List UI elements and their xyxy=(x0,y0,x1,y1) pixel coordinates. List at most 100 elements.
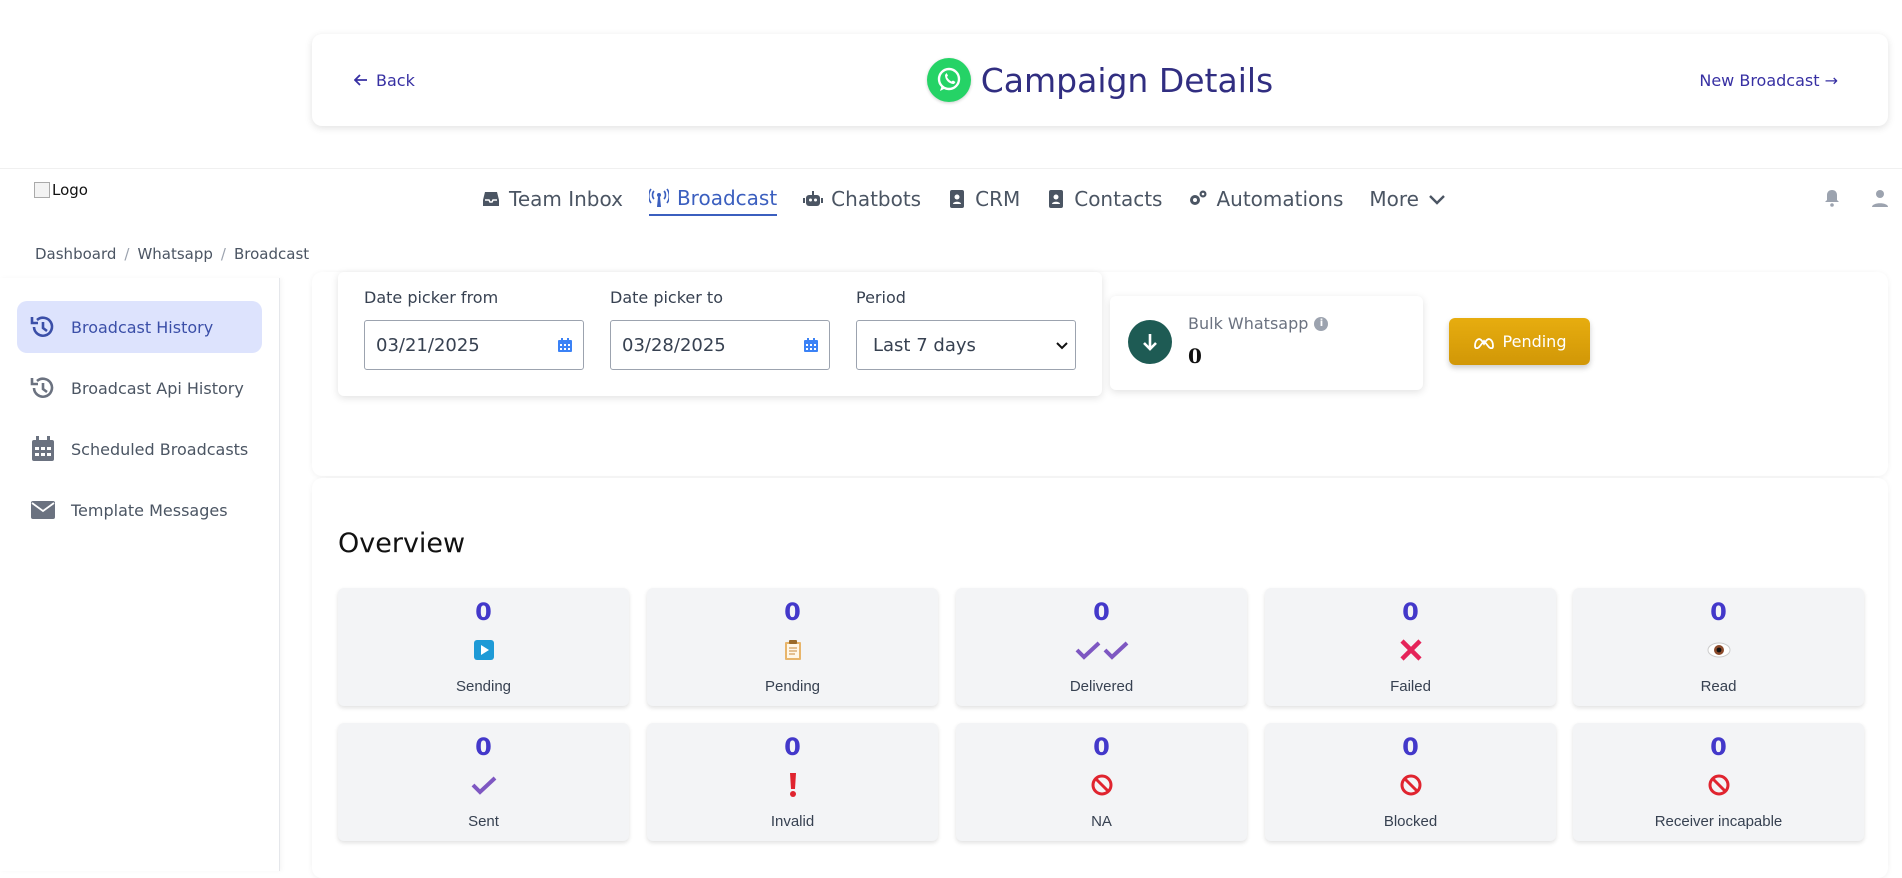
calendar-icon[interactable] xyxy=(557,337,573,353)
main-nav: Team Inbox Broadcast Chatbots CRM Contac… xyxy=(481,186,1447,216)
date-filter-card: Date picker from 03/21/2025 Date picker … xyxy=(338,272,1102,396)
pending-button[interactable]: Pending xyxy=(1449,318,1590,365)
bulk-count: 0 xyxy=(1188,344,1202,368)
pending-button-label: Pending xyxy=(1502,332,1567,351)
broadcast-tower-icon xyxy=(648,188,669,207)
top-navbar: Logo Team Inbox Broadcast Chatbots CRM C… xyxy=(0,168,1902,234)
date-from-input[interactable]: 03/21/2025 xyxy=(364,320,584,370)
page-title-group: Campaign Details xyxy=(312,34,1888,126)
calendar-icon xyxy=(32,436,54,461)
sidebar-item-label: Template Messages xyxy=(71,500,228,520)
breadcrumb-whatsapp[interactable]: Whatsapp xyxy=(137,245,212,263)
nav-label: More xyxy=(1369,187,1419,211)
stat-label: Failed xyxy=(1390,678,1431,695)
date-to-label: Date picker to xyxy=(610,288,723,307)
period-select[interactable]: Last 7 days xyxy=(856,320,1076,370)
stat-value: 0 xyxy=(475,733,492,761)
bell-icon[interactable] xyxy=(1824,189,1842,207)
stat-card-invalid: 0 Invalid xyxy=(647,723,938,841)
sidebar-item-broadcast-history[interactable]: Broadcast History xyxy=(17,301,262,353)
stat-card-na: 0 NA xyxy=(956,723,1247,841)
nav-contacts[interactable]: Contacts xyxy=(1046,187,1162,215)
stat-label: Invalid xyxy=(770,813,815,830)
sidebar-item-template-messages[interactable]: Template Messages xyxy=(17,484,262,536)
sidebar-item-label: Scheduled Broadcasts xyxy=(71,439,249,459)
clipboard-icon xyxy=(784,640,801,660)
stat-value: 0 xyxy=(784,598,801,626)
envelope-icon xyxy=(31,501,55,519)
stat-label: Sending xyxy=(455,678,512,695)
stat-value: 0 xyxy=(1710,733,1727,761)
calendar-icon[interactable] xyxy=(803,337,819,353)
stat-card-sending: 0 Sending xyxy=(338,588,629,706)
period-value: Last 7 days xyxy=(873,334,976,356)
stat-card-receiver-incapable: 0 Receiver incapable xyxy=(1573,723,1864,841)
sidebar-item-scheduled-broadcasts[interactable]: Scheduled Broadcasts xyxy=(17,423,262,475)
stat-label: Receiver incapable xyxy=(1654,813,1783,830)
check-icon xyxy=(471,776,496,795)
arrow-down-icon xyxy=(1128,320,1172,364)
nav-crm[interactable]: CRM xyxy=(947,187,1020,215)
page-title: Campaign Details xyxy=(980,60,1274,100)
stat-card-delivered: 0 Delivered xyxy=(956,588,1247,706)
sidebar-item-label: Broadcast Api History xyxy=(71,378,244,398)
stat-card-pending: 0 Pending xyxy=(647,588,938,706)
double-check-icon xyxy=(1075,641,1128,660)
back-link[interactable]: Back xyxy=(354,71,415,90)
overview-title: Overview xyxy=(338,528,466,559)
period-label: Period xyxy=(856,288,906,307)
contact-book-icon xyxy=(1049,190,1064,208)
stat-value: 0 xyxy=(1710,598,1727,626)
bulk-title: Bulk Whatsapp i xyxy=(1188,314,1329,333)
stat-card-blocked: 0 Blocked xyxy=(1265,723,1556,841)
cross-icon xyxy=(1399,639,1422,661)
breadcrumb-dashboard[interactable]: Dashboard xyxy=(35,245,116,263)
stat-value: 0 xyxy=(475,598,492,626)
stat-value: 0 xyxy=(784,733,801,761)
chevron-down-icon xyxy=(1429,195,1445,205)
date-from-label: Date picker from xyxy=(364,288,499,307)
sidebar: Broadcast History Broadcast Api History … xyxy=(0,278,280,871)
nav-team-inbox[interactable]: Team Inbox xyxy=(481,187,623,215)
date-to-value: 03/28/2025 xyxy=(622,334,726,356)
meta-icon xyxy=(1473,337,1494,349)
nav-label: Contacts xyxy=(1074,187,1163,211)
nav-automations[interactable]: Automations xyxy=(1188,187,1343,215)
stat-label: Sent xyxy=(468,813,499,830)
nav-label: Chatbots xyxy=(831,187,922,211)
stat-label: Blocked xyxy=(1383,813,1438,830)
nav-more[interactable]: More xyxy=(1369,187,1447,215)
date-from-value: 03/21/2025 xyxy=(376,334,480,356)
info-icon[interactable]: i xyxy=(1314,316,1329,331)
nav-broadcast[interactable]: Broadcast xyxy=(648,186,778,216)
nav-label: CRM xyxy=(975,187,1021,211)
gears-icon xyxy=(1190,190,1207,205)
bulk-whatsapp-card: Bulk Whatsapp i 0 xyxy=(1110,296,1423,390)
broken-image-icon xyxy=(34,182,50,198)
history-icon xyxy=(30,316,54,337)
sidebar-item-broadcast-api-history[interactable]: Broadcast Api History xyxy=(17,362,262,414)
stat-value: 0 xyxy=(1402,598,1419,626)
logo[interactable]: Logo xyxy=(34,181,88,199)
robot-icon xyxy=(803,191,824,206)
address-book-icon xyxy=(950,190,965,208)
breadcrumb-broadcast[interactable]: Broadcast xyxy=(234,245,309,263)
stat-card-sent: 0 Sent xyxy=(338,723,629,841)
prohibited-icon xyxy=(1400,774,1421,796)
eye-icon xyxy=(1707,642,1730,658)
history-icon xyxy=(30,377,54,398)
stat-label: NA xyxy=(1091,813,1112,830)
breadcrumb: Dashboard / Whatsapp / Broadcast xyxy=(35,245,309,263)
campaign-header-card: Back Campaign Details New Broadcast → xyxy=(312,34,1888,126)
stat-value: 0 xyxy=(1402,733,1419,761)
sidebar-item-label: Broadcast History xyxy=(71,317,214,337)
bulk-title-text: Bulk Whatsapp xyxy=(1188,314,1309,333)
nav-label: Team Inbox xyxy=(509,187,623,211)
new-broadcast-link[interactable]: New Broadcast → xyxy=(1699,71,1838,90)
stat-value: 0 xyxy=(1093,733,1110,761)
date-to-input[interactable]: 03/28/2025 xyxy=(610,320,830,370)
nav-chatbots[interactable]: Chatbots xyxy=(803,187,921,215)
stat-label: Delivered xyxy=(1069,678,1134,695)
breadcrumb-separator: / xyxy=(124,245,130,263)
user-icon[interactable] xyxy=(1872,189,1890,207)
